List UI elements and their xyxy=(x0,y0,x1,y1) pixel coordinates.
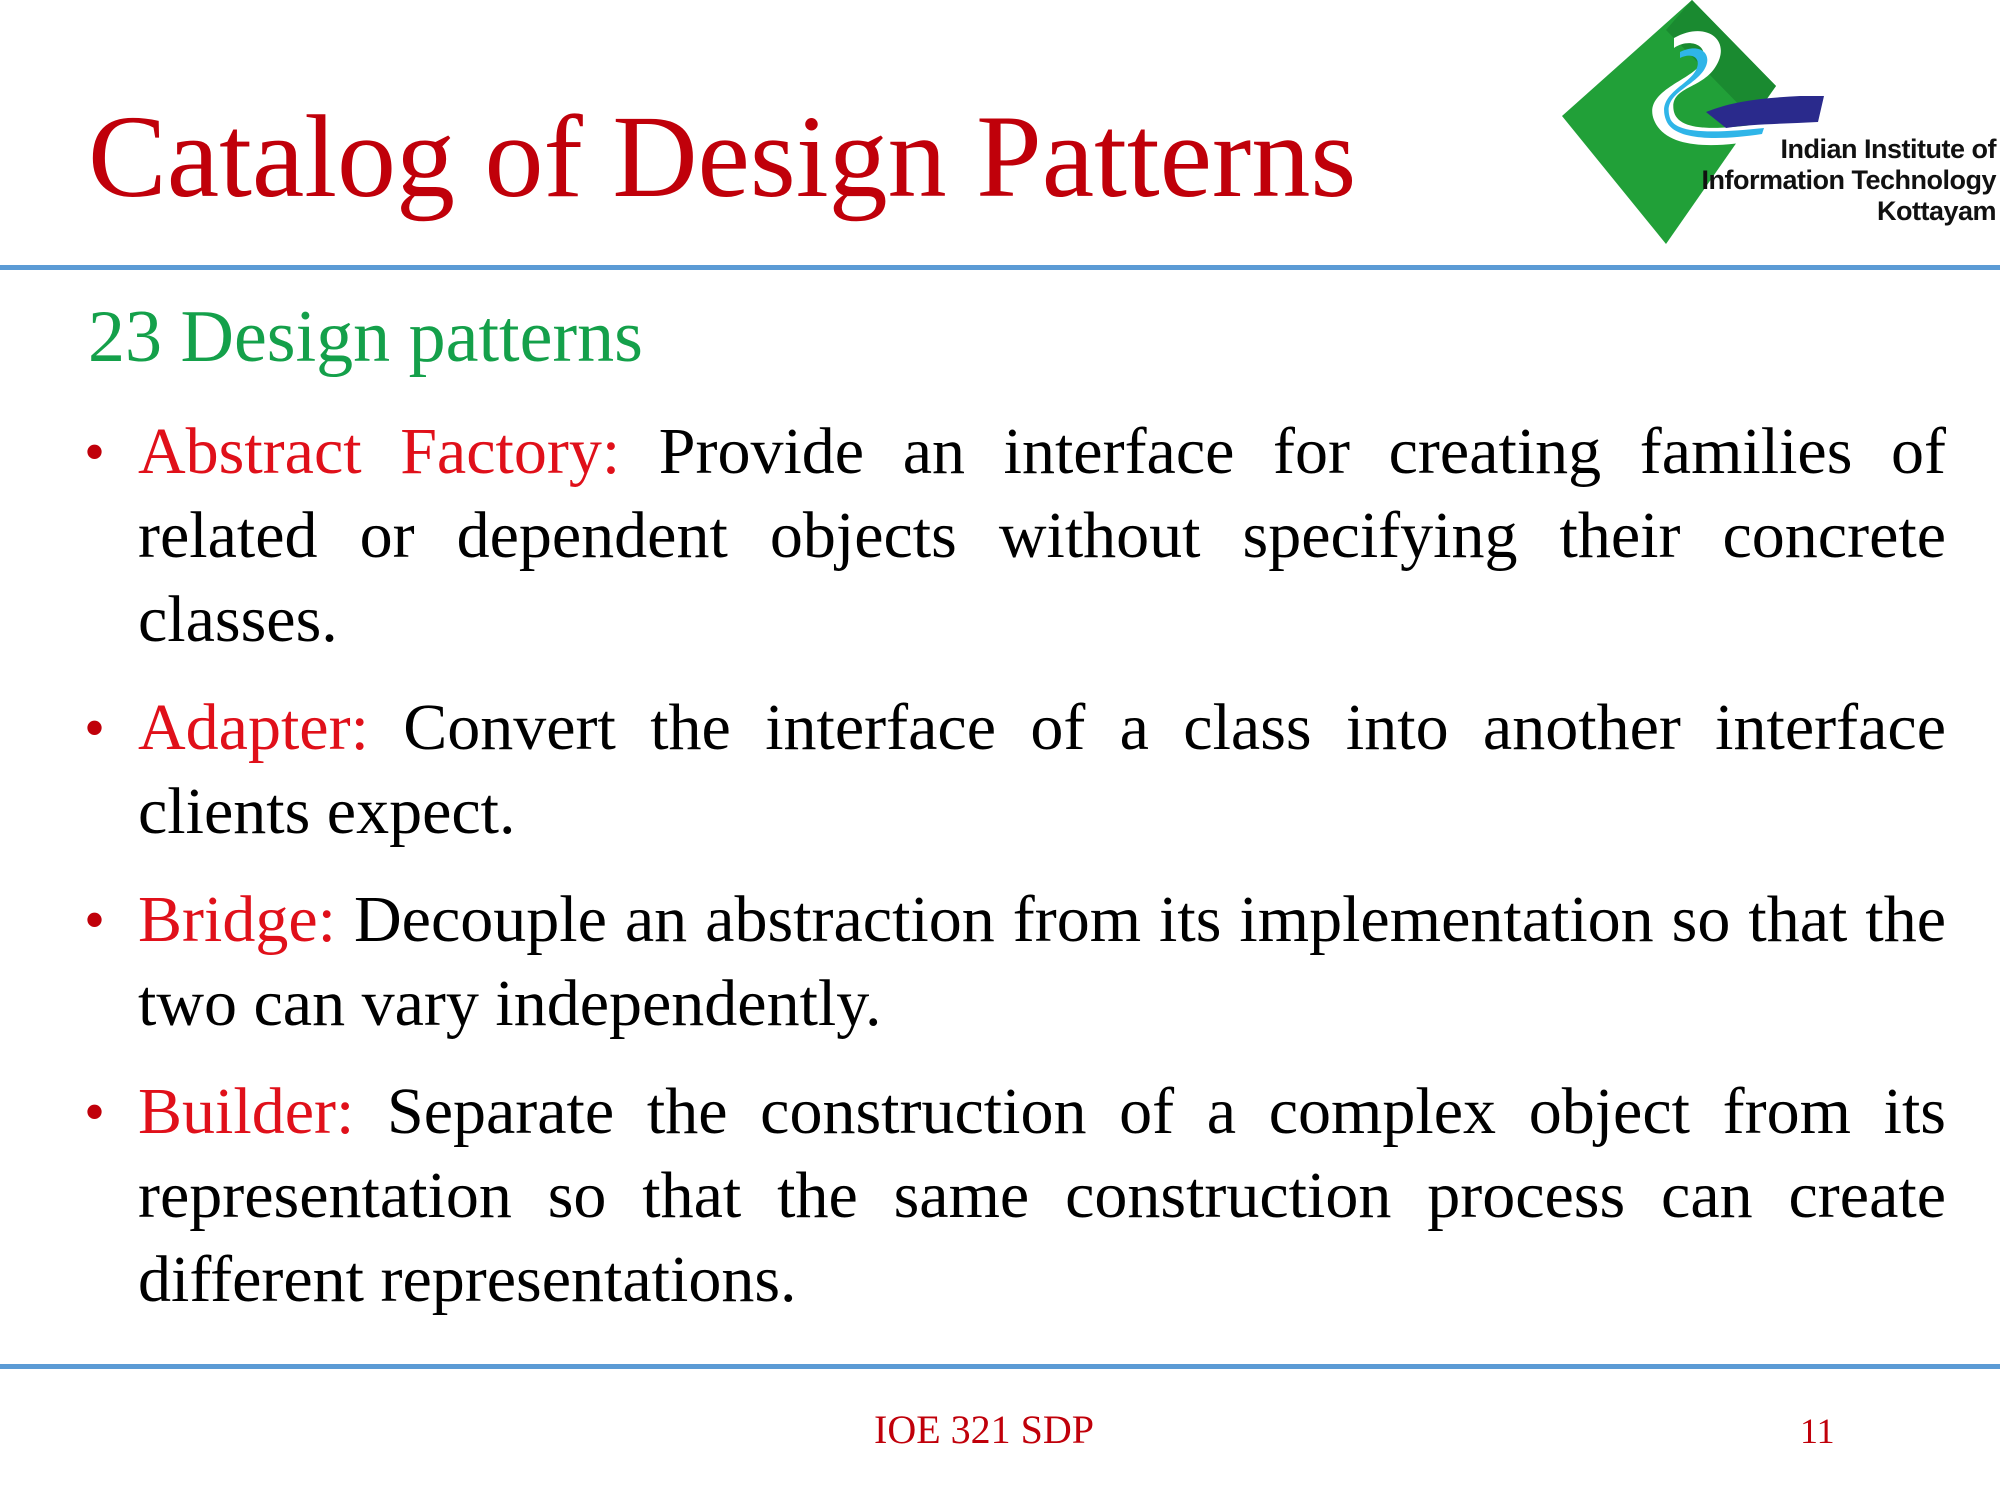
bullet-item: • Abstract Factory: Provide an interface… xyxy=(80,410,1946,662)
top-divider xyxy=(0,265,2000,270)
bullet-list: • Abstract Factory: Provide an interface… xyxy=(80,410,1946,1346)
bullet-description: Separate the construction of a complex o… xyxy=(138,1075,1946,1316)
bullet-item: • Adapter: Convert the interface of a cl… xyxy=(80,686,1946,854)
logo-line-3: Kottayam xyxy=(1876,196,1997,226)
bullet-term: Abstract Factory: xyxy=(138,415,621,488)
bullet-term: Adapter: xyxy=(138,691,369,764)
slide-title: Catalog of Design Patterns xyxy=(88,91,1357,222)
bullet-dot-icon: • xyxy=(84,887,106,953)
bullet-text: Bridge: Decouple an abstraction from its… xyxy=(138,878,1946,1046)
bullet-description: Convert the interface of a class into an… xyxy=(138,691,1946,848)
logo-line-1: Indian Institute of xyxy=(1780,134,1997,164)
bullet-term: Builder: xyxy=(138,1075,355,1148)
logo-text: Indian Institute of Information Technolo… xyxy=(1702,134,1997,227)
bullet-description: Decouple an abstraction from its impleme… xyxy=(138,883,1946,1040)
bullet-text: Abstract Factory: Provide an interface f… xyxy=(138,410,1946,662)
bullet-item: • Bridge: Decouple an abstraction from i… xyxy=(80,878,1946,1046)
slide-subtitle: 23 Design patterns xyxy=(88,296,643,378)
bullet-dot-icon: • xyxy=(84,695,106,761)
logo-line-2: Information Technology xyxy=(1701,165,1997,195)
bullet-dot-icon: • xyxy=(84,1079,106,1145)
bullet-dot-icon: • xyxy=(84,419,106,485)
bullet-item: • Builder: Separate the construction of … xyxy=(80,1070,1946,1322)
slide: Catalog of Design Patterns Indian Instit… xyxy=(0,0,2000,1500)
institute-logo: Indian Institute of Information Technolo… xyxy=(1556,0,2000,248)
bullet-text: Adapter: Convert the interface of a clas… xyxy=(138,686,1946,854)
bullet-term: Bridge: xyxy=(138,883,336,956)
bottom-divider xyxy=(0,1364,2000,1369)
footer-course: IOE 321 SDP xyxy=(874,1407,1095,1452)
footer-page-number: 11 xyxy=(1800,1411,1835,1451)
bullet-text: Builder: Separate the construction of a … xyxy=(138,1070,1946,1322)
